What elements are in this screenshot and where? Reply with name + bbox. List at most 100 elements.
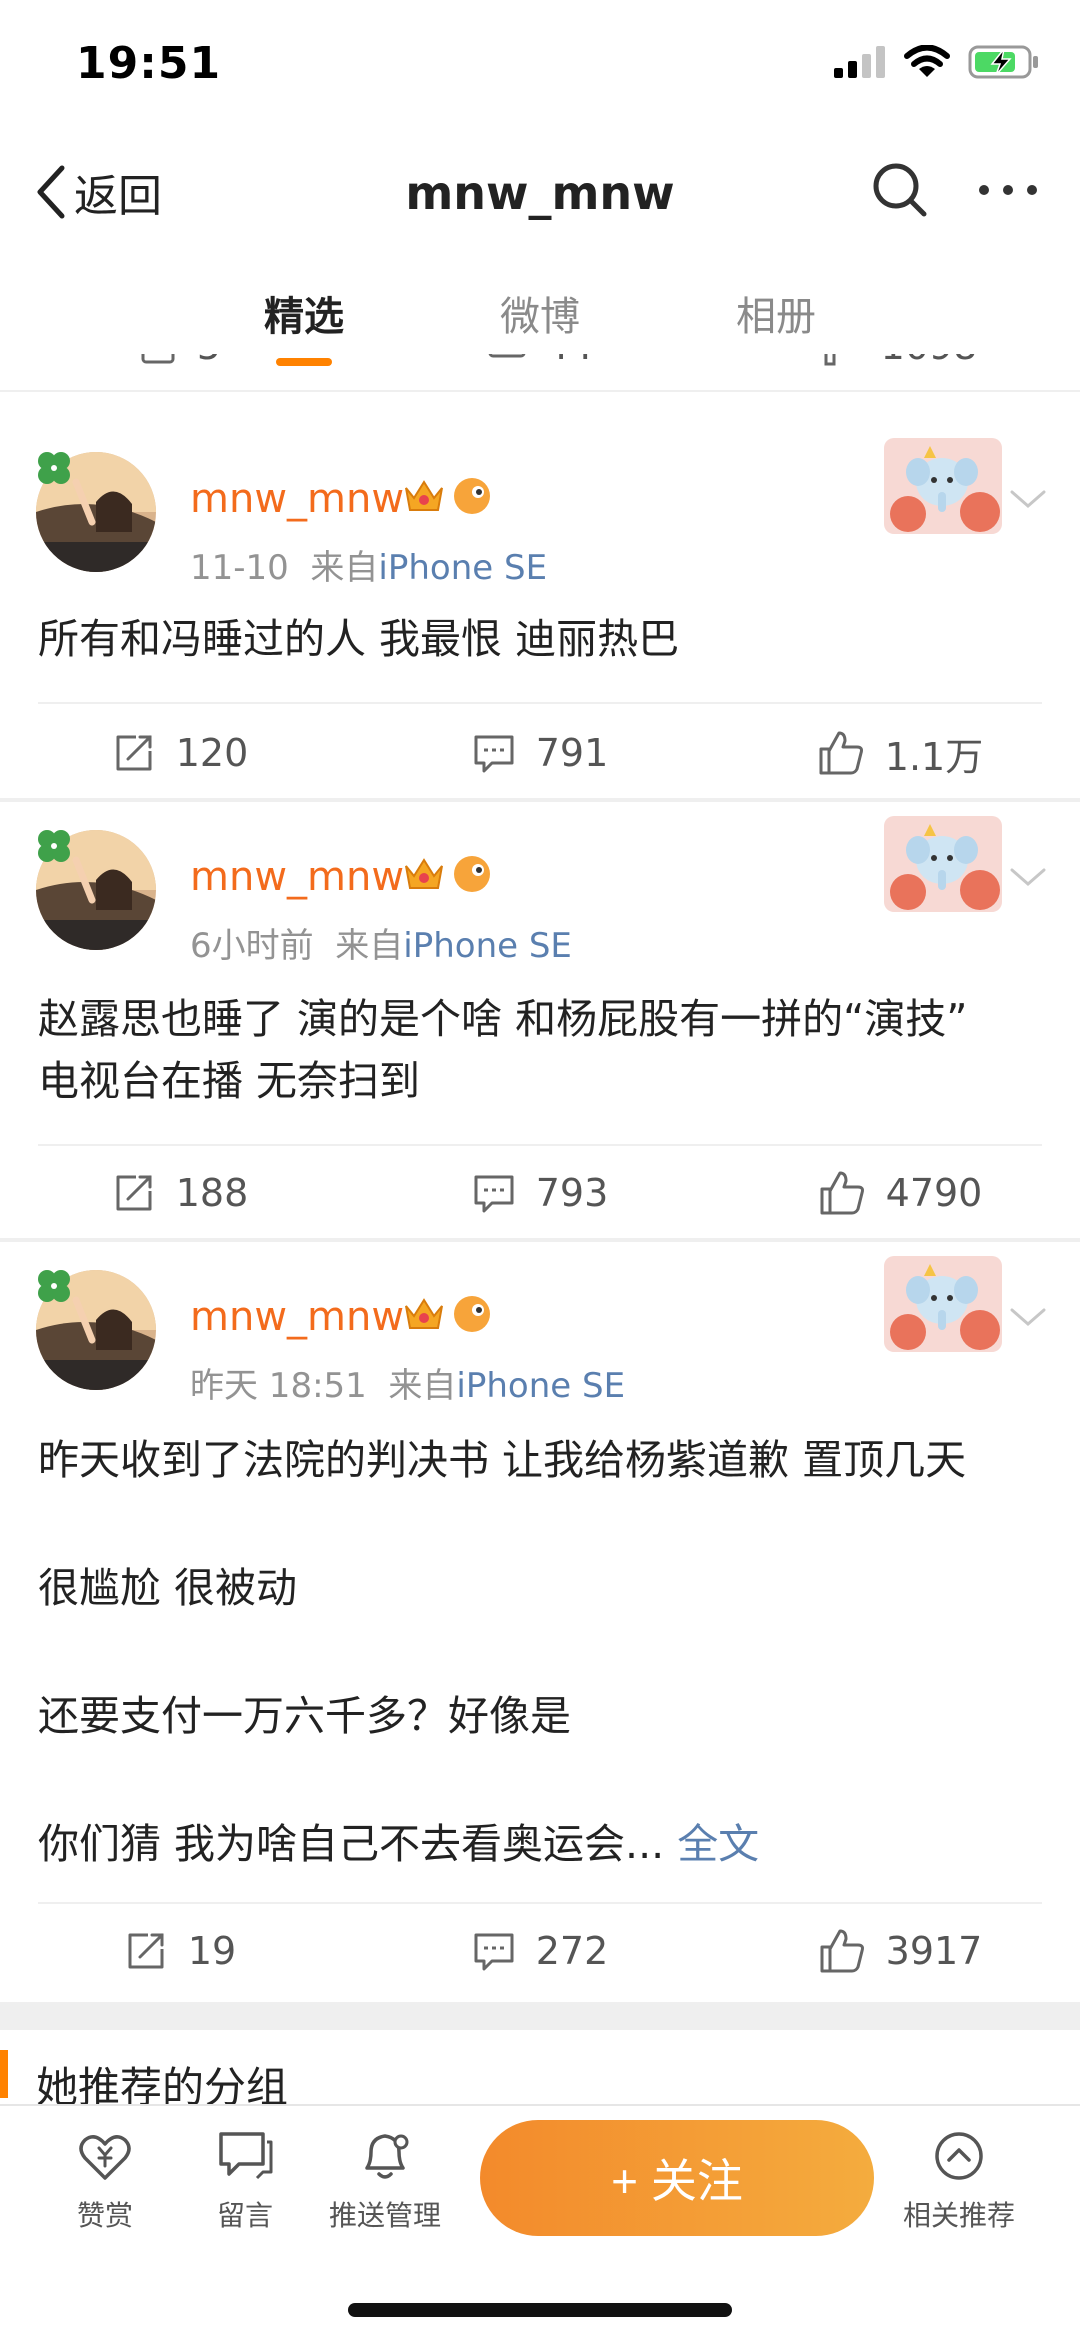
comment-button[interactable]: 791 [360, 708, 720, 798]
username[interactable]: mnw_mnw [190, 854, 404, 900]
elephant-sticker-icon [884, 816, 1002, 912]
post-time: 6小时前 [190, 926, 314, 966]
post-card[interactable]: mnw_mnw 11-10 来自iPhone SE 所有和冯睡过的人 我最恨 迪… [0, 424, 1080, 800]
clover-icon [38, 1270, 70, 1302]
post-content[interactable]: 所有和冯睡过的人 我最恨 迪丽热巴 [38, 608, 679, 670]
comment-icon [474, 735, 514, 773]
reward-label: 赞赏 [76, 2199, 133, 2232]
like-button[interactable]: 1.1万 [720, 708, 1080, 798]
avatar-container[interactable] [36, 1270, 156, 1390]
avatar-container[interactable] [36, 830, 156, 950]
chevron-down-icon[interactable] [1008, 1306, 1048, 1330]
chevron-down-icon[interactable] [1008, 488, 1048, 512]
profile-tabs: 精选 微博 相册 [0, 254, 1080, 366]
like-button[interactable]: 1098 [720, 354, 1080, 368]
like-count: 1.1万 [884, 734, 984, 779]
comment-count: 793 [535, 1171, 609, 1215]
wifi-icon [904, 45, 950, 77]
post-source[interactable]: iPhone SE [403, 926, 572, 966]
repost-count: 5 [197, 354, 221, 368]
cellular-signal-icon [834, 46, 885, 78]
username[interactable]: mnw_mnw [190, 1294, 404, 1340]
repost-count: 120 [175, 731, 249, 775]
comment-count: 44 [545, 354, 593, 368]
source-prefix: 来自 [310, 548, 379, 588]
clover-icon [38, 452, 70, 484]
tab-weibo-label: 微博 [500, 294, 580, 340]
crown-badge-icon [405, 1298, 443, 1329]
thumbs-up-icon [820, 1171, 864, 1215]
fish-badge-icon [454, 478, 490, 514]
post-text-line: 还要支付一万六千多？好像是 [38, 1692, 571, 1740]
comment-icon [474, 1933, 514, 1971]
full-text-link[interactable]: 全文 [677, 1820, 759, 1868]
post-time: 11-10 [190, 548, 289, 588]
fish-badge-icon [454, 856, 490, 892]
search-icon[interactable] [870, 160, 930, 220]
repost-button[interactable]: 19 [0, 1906, 360, 1996]
tab-featured-label: 精选 [264, 294, 344, 340]
status-time: 19:51 [76, 38, 222, 89]
post-card[interactable]: mnw_mnw 6小时前 来自iPhone SE 赵露思也睡了 演的是个啥 和杨… [0, 802, 1080, 1240]
thumbs-up-icon [819, 731, 863, 775]
tab-album[interactable]: 相册 [658, 254, 894, 366]
divider [38, 1144, 1042, 1146]
like-button[interactable]: 3917 [720, 1906, 1080, 1996]
tab-featured[interactable]: 精选 [186, 254, 422, 366]
follow-button[interactable]: + 关注 [480, 2120, 874, 2236]
like-count: 3917 [885, 1929, 983, 1973]
post-time: 昨天 18:51 [190, 1366, 367, 1406]
elephant-sticker-icon [884, 1256, 1002, 1352]
reward-button[interactable]: 赞赏 [40, 2126, 170, 2234]
repost-count: 19 [187, 1929, 237, 1973]
source-prefix: 来自 [335, 926, 404, 966]
push-manage-label: 推送管理 [328, 2199, 441, 2232]
repost-button[interactable]: 188 [0, 1148, 360, 1238]
message-button[interactable]: 留言 [180, 2126, 310, 2234]
repost-count: 188 [175, 1171, 249, 1215]
post-text-line: 所有和冯睡过的人 我最恨 迪丽热巴 [38, 615, 680, 663]
user-badges [402, 474, 494, 518]
post-text-line: 很尴尬 很被动 [38, 1564, 298, 1612]
post-meta: 6小时前 来自iPhone SE [190, 918, 572, 967]
elephant-sticker-icon [884, 438, 1002, 534]
tab-weibo[interactable]: 微博 [422, 254, 658, 366]
post-text-line: 电视台在播 无奈扫到 [38, 1057, 421, 1105]
post-text-line: 你们猜 我为啥自己不去看奥运会... [38, 1820, 665, 1868]
post-content[interactable]: 赵露思也睡了 演的是个啥 和杨屁股有一拼的“演技” 电视台在播 无奈扫到 [38, 988, 968, 1112]
post-card[interactable]: mnw_mnw 昨天 18:51 来自iPhone SE 昨天收到了法院的判决书… [0, 1242, 1080, 2002]
fish-badge-icon [454, 1296, 490, 1332]
avatar-container[interactable] [36, 452, 156, 572]
post-content[interactable]: 昨天收到了法院的判决书 让我给杨紫道歉 置顶几天 很尴尬 很被动 还要支付一万六… [38, 1428, 966, 1876]
post-source[interactable]: iPhone SE [456, 1366, 625, 1406]
post-meta: 昨天 18:51 来自iPhone SE [190, 1358, 625, 1407]
chevron-up-circle-icon [935, 2132, 983, 2180]
repost-button[interactable]: 5 [0, 354, 360, 368]
section-separator [0, 2002, 1080, 2030]
home-indicator[interactable] [348, 2303, 732, 2317]
message-bubble-icon [219, 2132, 273, 2180]
comment-button[interactable]: 44 [360, 354, 720, 368]
like-count: 1098 [881, 354, 978, 368]
comment-button[interactable]: 793 [360, 1148, 720, 1238]
related-recommend-button[interactable]: 相关推荐 [894, 2126, 1024, 2234]
message-label: 留言 [216, 2199, 273, 2232]
post-actions: 19 272 3917 [0, 1906, 1080, 1996]
comment-icon [488, 354, 526, 358]
divider [38, 1902, 1042, 1904]
comment-button[interactable]: 272 [360, 1906, 720, 1996]
comment-count: 791 [535, 731, 609, 775]
post-text-line: 赵露思也睡了 演的是个啥 和杨屁股有一拼的“演技” [38, 995, 968, 1043]
user-badges [402, 1292, 494, 1336]
like-count: 4790 [885, 1171, 983, 1215]
push-manage-button[interactable]: 推送管理 [320, 2126, 450, 2234]
chevron-down-icon[interactable] [1008, 866, 1048, 890]
post-source[interactable]: iPhone SE [378, 548, 547, 588]
more-icon[interactable] [976, 160, 1040, 220]
like-button[interactable]: 4790 [720, 1148, 1080, 1238]
clover-icon [38, 830, 70, 862]
username[interactable]: mnw_mnw [190, 476, 404, 522]
repost-button[interactable]: 120 [0, 708, 360, 798]
